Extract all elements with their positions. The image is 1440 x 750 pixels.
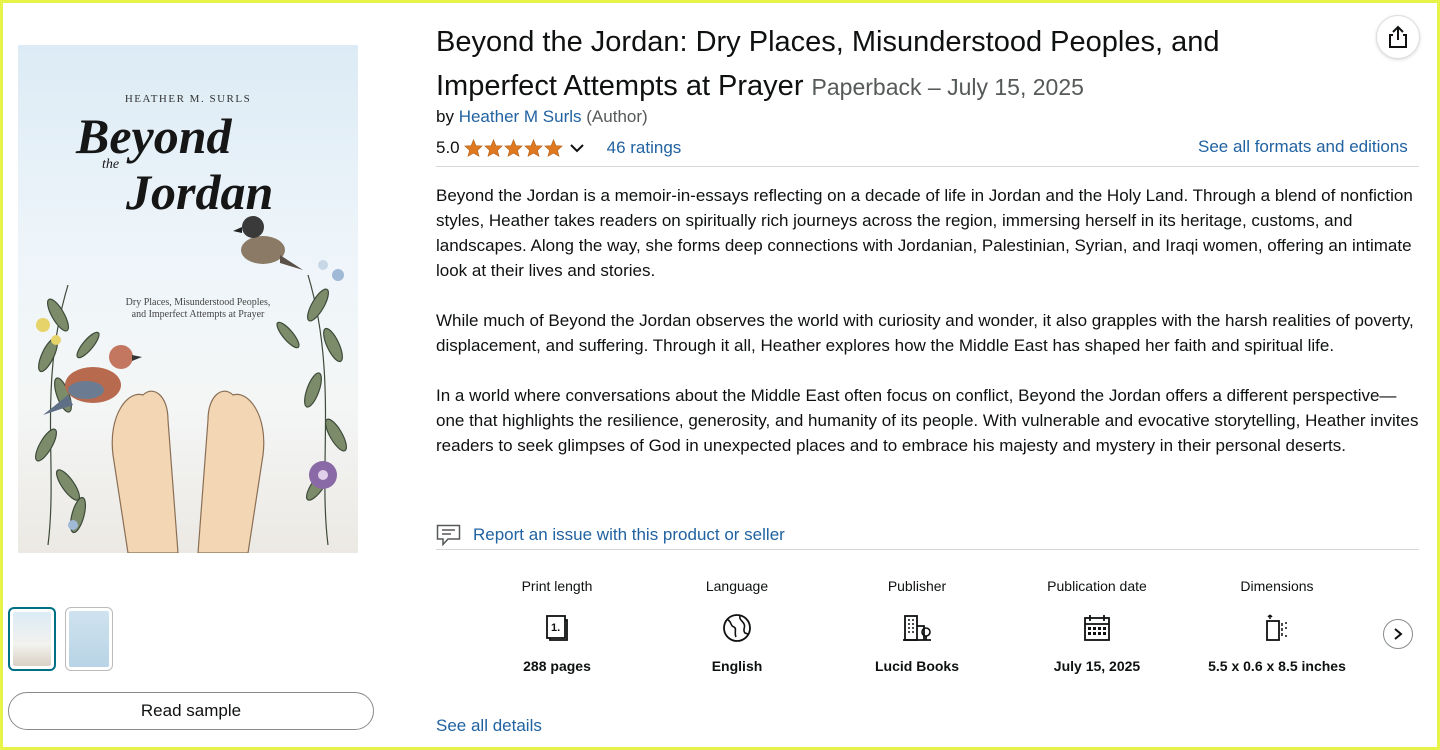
divider: [436, 549, 1419, 550]
star-icon: [483, 139, 503, 157]
calendar-icon: [1084, 615, 1110, 641]
detail-value: Lucid Books: [874, 658, 959, 674]
divider: [436, 166, 1419, 167]
carousel-next-button[interactable]: [1383, 619, 1413, 649]
thumbnail-back-cover[interactable]: [65, 607, 113, 671]
detail-label: Publication date: [1047, 578, 1147, 594]
building-icon: [903, 615, 931, 641]
cover-author: HEATHER M. SURLS: [124, 93, 252, 105]
author-role: (Author): [586, 107, 648, 126]
book-pages-icon: 1.: [546, 615, 568, 641]
globe-icon: [723, 614, 751, 642]
report-issue-link[interactable]: Report an issue with this product or sel…: [436, 524, 785, 546]
book-cover-image[interactable]: HEATHER M. SURLS Beyond the Jordan Dry P…: [18, 45, 358, 553]
svg-text:1.: 1.: [551, 622, 560, 634]
detail-value: English: [711, 658, 763, 674]
rating-score: 5.0: [436, 138, 460, 157]
star-icon: [543, 139, 563, 157]
description-paragraph: In a world where conversations about the…: [436, 386, 1419, 455]
star-icon: [523, 139, 543, 157]
star-icon: [463, 139, 483, 157]
cover-title-line2: Jordan: [126, 164, 274, 220]
dimensions-icon: [1266, 614, 1287, 641]
description-paragraph: While much of Beyond the Jordan observes…: [436, 311, 1414, 355]
see-all-details-link[interactable]: See all details: [436, 716, 542, 736]
thumbnail-front-cover[interactable]: [8, 607, 56, 671]
star-icon: [503, 139, 523, 157]
detail-value: 288 pages: [523, 658, 591, 674]
cover-title-the: the: [102, 157, 120, 172]
star-rating[interactable]: [463, 139, 563, 157]
cover-subtitle: Dry Places, Misunderstood Peoples, and I…: [125, 297, 271, 320]
detail-label: Print length: [521, 578, 593, 594]
detail-language: Language English: [647, 578, 827, 676]
detail-value: July 15, 2025: [1053, 658, 1141, 674]
detail-publisher: Publisher Lucid Books: [827, 578, 1007, 676]
detail-label: Language: [705, 578, 769, 594]
book-description: Beyond the Jordan is a memoir-in-essays …: [436, 183, 1419, 483]
detail-label: Dimensions: [1240, 578, 1314, 594]
feedback-icon: [436, 524, 461, 546]
report-issue-text: Report an issue with this product or sel…: [473, 525, 785, 544]
product-title: Beyond the Jordan: Dry Places, Misunders…: [436, 20, 1336, 109]
detail-dimensions: Dimensions 5.5 x 0.6 x 8.5 inches: [1187, 578, 1367, 676]
read-sample-button[interactable]: Read sample: [8, 692, 374, 730]
byline: by Heather M Surls (Author): [436, 107, 648, 127]
author-link[interactable]: Heather M Surls: [459, 107, 582, 126]
detail-value: 5.5 x 0.6 x 8.5 inches: [1208, 658, 1346, 674]
rating-dropdown[interactable]: [569, 143, 585, 153]
rating-row: 5.0 46 ratings: [436, 136, 681, 160]
see-all-formats-link[interactable]: See all formats and editions: [1198, 137, 1408, 157]
product-details-carousel: Print length 1. 288 pages Language Engli…: [467, 578, 1367, 676]
cover-title-line1: Beyond: [76, 108, 232, 164]
ratings-count-link[interactable]: 46 ratings: [607, 138, 682, 158]
byline-by: by: [436, 107, 454, 126]
product-format: Paperback – July 15, 2025: [811, 74, 1084, 100]
description-paragraph: Beyond the Jordan is a memoir-in-essays …: [436, 186, 1413, 280]
detail-publication-date: Publication date July 15, 2025: [1007, 578, 1187, 676]
chevron-down-icon: [569, 144, 584, 153]
share-icon: [1389, 25, 1407, 48]
detail-label: Publisher: [887, 578, 947, 594]
detail-print-length: Print length 1. 288 pages: [467, 578, 647, 676]
chevron-right-icon: [1394, 628, 1403, 640]
share-button[interactable]: [1376, 15, 1420, 59]
